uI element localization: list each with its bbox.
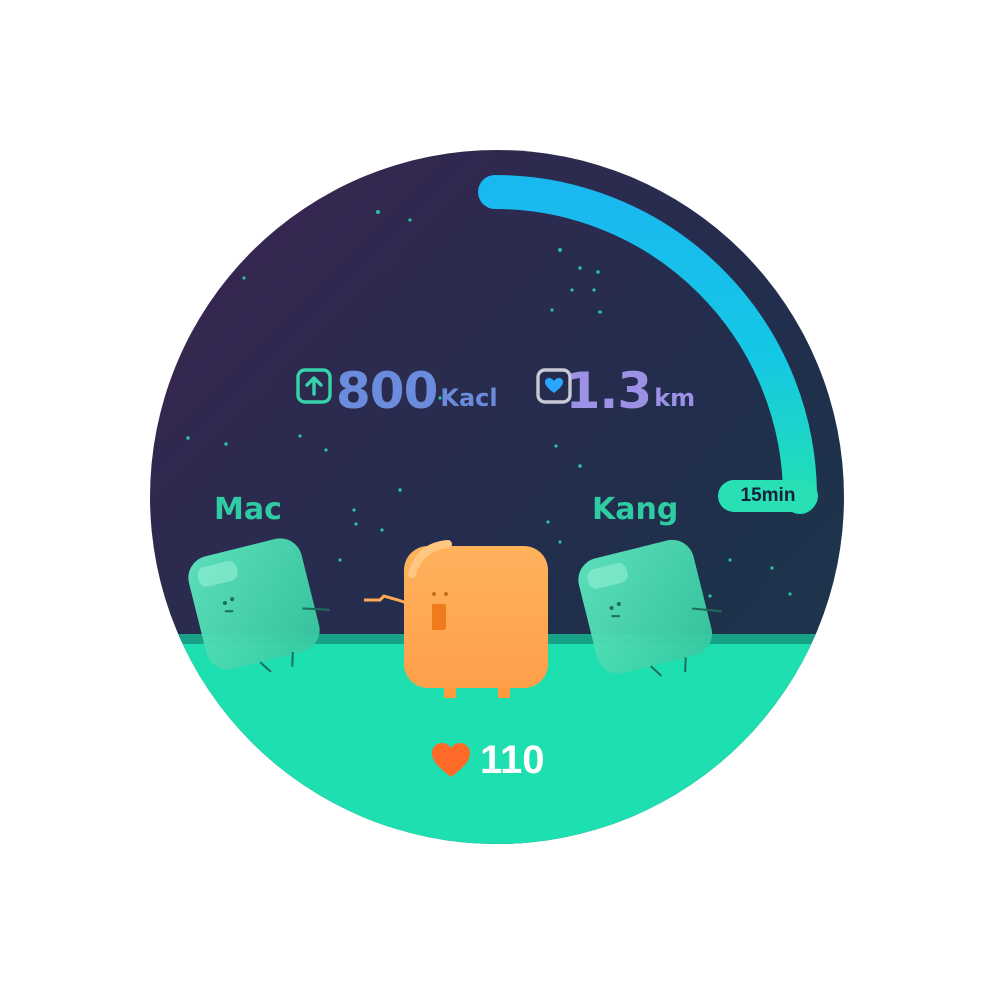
distance-unit: km — [654, 384, 696, 412]
distance-icon-slot — [524, 371, 556, 403]
heart-icon — [432, 743, 470, 777]
heart-rate: 110 — [430, 740, 545, 780]
timer-progress-arc — [478, 175, 817, 514]
watch-face: 800 Kacl 1.3 km 15min Mac Kang 110 — [150, 150, 844, 844]
calories-unit: Kacl — [440, 384, 498, 412]
distance-value: 1.3 — [565, 362, 653, 420]
screen: 800 Kacl 1.3 km 15min Mac Kang 110 — [0, 0, 998, 1000]
player-name-mac: Mac — [214, 492, 282, 527]
heart-rate-value: 110 — [480, 738, 545, 782]
stats-row: 800 Kacl 1.3 km — [294, 356, 695, 416]
calories-value: 800 — [336, 362, 438, 420]
calories-icon-slot — [294, 371, 326, 403]
timer-label: 15min — [718, 480, 818, 512]
player-name-kang: Kang — [592, 492, 679, 527]
